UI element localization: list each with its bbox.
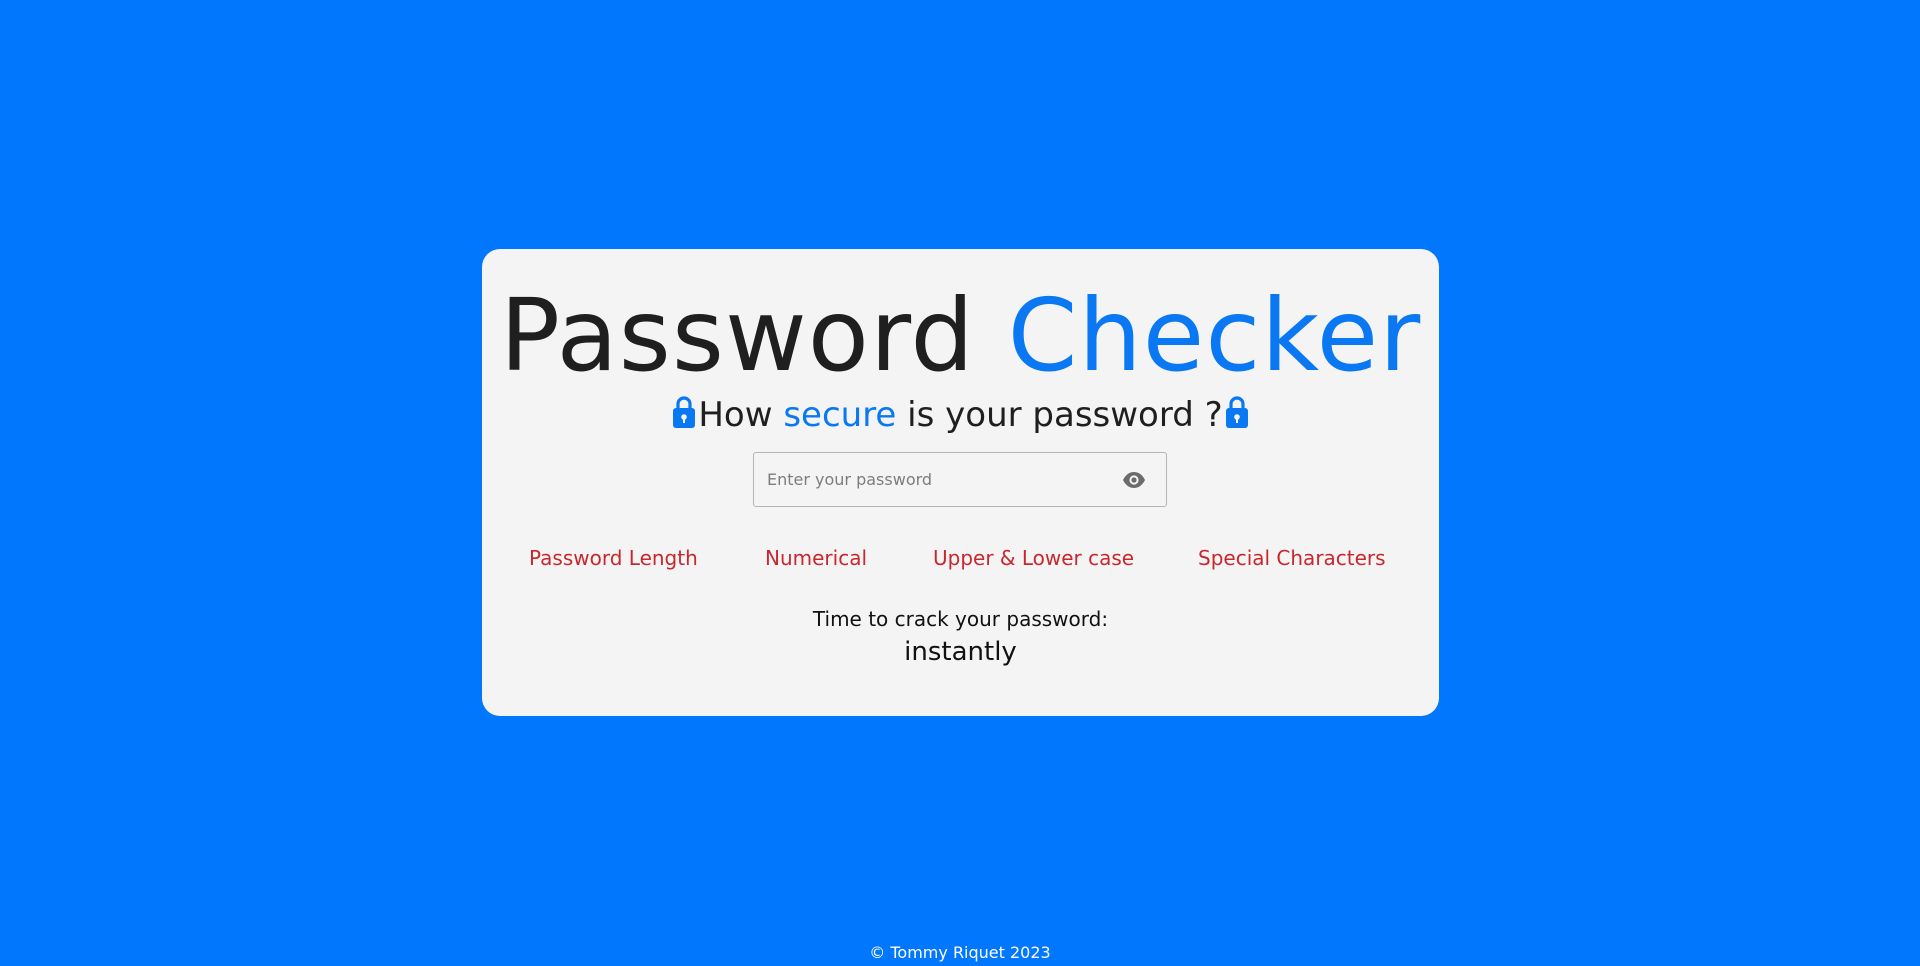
- footer-copyright: © Tommy Riquet 2023: [869, 943, 1051, 962]
- page-title: Password Checker: [482, 281, 1439, 391]
- lock-icon: [672, 395, 696, 429]
- lock-icon: [1225, 395, 1249, 429]
- title-part-checker: Checker: [1007, 277, 1422, 394]
- criteria-list: Password Length Numerical Upper & Lower …: [482, 543, 1439, 573]
- criterion-special-characters: Special Characters: [1198, 546, 1386, 570]
- criterion-numerical: Numerical: [765, 546, 868, 570]
- criterion-upper-lower-case: Upper & Lower case: [933, 546, 1135, 570]
- subtitle: How secure is your password ?: [482, 392, 1439, 438]
- subtitle-rest: is your password ?: [907, 395, 1223, 435]
- crack-time-label: Time to crack your password:: [812, 607, 1109, 631]
- password-input[interactable]: [754, 453, 1114, 506]
- title-part-password: Password: [499, 277, 975, 394]
- password-field: [753, 452, 1167, 507]
- criterion-password-length: Password Length: [529, 546, 698, 570]
- eye-icon[interactable]: [1122, 469, 1146, 491]
- subtitle-how: How: [698, 395, 773, 435]
- subtitle-secure: secure: [783, 395, 897, 435]
- password-checker-card: Password Checker How secure is your pass…: [482, 249, 1439, 716]
- crack-time-value: instantly: [904, 637, 1017, 667]
